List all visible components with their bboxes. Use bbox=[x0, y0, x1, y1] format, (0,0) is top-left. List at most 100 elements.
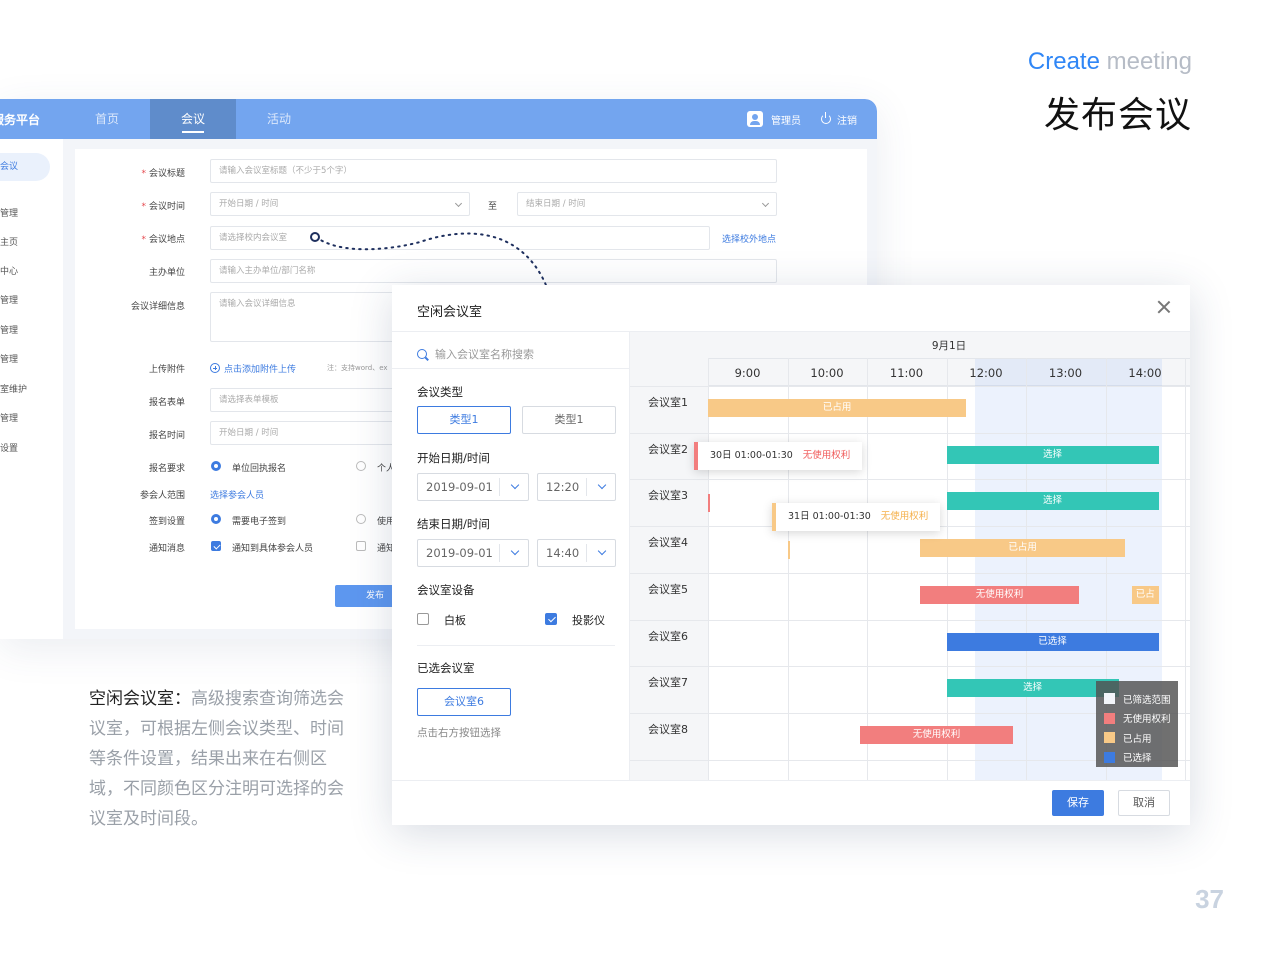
sidebar-item[interactable]: 室维护 bbox=[0, 382, 27, 395]
location-label: * 会议地点 bbox=[141, 235, 185, 245]
filter-panel: 输入会议室名称搜索 会议类型 类型1 类型1 开始日期/时间 2019-09-0… bbox=[392, 332, 630, 780]
booking-bar-choose[interactable]: 选择 bbox=[946, 679, 1119, 698]
booking-bar-choose[interactable]: 选择 bbox=[946, 492, 1159, 511]
title-label: * 会议标题 bbox=[141, 169, 185, 179]
scope-label: 参会人范围 bbox=[139, 491, 185, 501]
sidebar-item[interactable]: 管理 bbox=[0, 293, 18, 306]
end-time-select[interactable]: 14:40 bbox=[537, 539, 616, 567]
start-time-select[interactable]: 12:20 bbox=[537, 473, 616, 501]
search-placeholder: 输入会议室名称搜索 bbox=[435, 348, 534, 361]
type-option-1[interactable]: 类型1 bbox=[417, 406, 511, 434]
hour-label: 14:00 bbox=[1128, 366, 1162, 380]
grid-column-line bbox=[946, 358, 948, 780]
sidebar-item-meeting[interactable]: 会议 bbox=[0, 153, 50, 181]
tooltip-time: 31日 01:00-01:30 bbox=[788, 511, 871, 522]
modal-title: 空闲会议室 bbox=[417, 305, 483, 320]
location-input[interactable]: 请选择校内会议室 bbox=[210, 226, 710, 250]
booking-edge-marker bbox=[788, 541, 790, 559]
legend: 已筛选范围 无使用权利 已占用 已选择 bbox=[1096, 681, 1178, 767]
power-icon bbox=[821, 112, 831, 124]
grid-column-line bbox=[1026, 358, 1027, 780]
app-nav: 首页 会议 活动 bbox=[64, 99, 322, 139]
attach-link[interactable]: 点击添加附件上传 bbox=[210, 362, 296, 375]
room-label: 会议室2 bbox=[648, 442, 688, 456]
outside-location-link[interactable]: 选择校外地点 bbox=[722, 232, 776, 245]
page-title-en: Create meeting bbox=[1028, 48, 1192, 76]
radio-e-checkin-label: 需要电子签到 bbox=[232, 517, 287, 527]
room-label: 会议室8 bbox=[648, 722, 688, 736]
radio-unit-signup-label: 单位回执报名 bbox=[232, 464, 287, 474]
hour-label: 13:00 bbox=[1048, 366, 1083, 380]
chevron-down-icon bbox=[510, 480, 520, 490]
end-time-input[interactable]: 结束日期 / 时间 bbox=[517, 192, 777, 216]
schedule-date: 9月1日 bbox=[931, 340, 967, 352]
grid-row-line bbox=[630, 386, 1190, 387]
user-icon bbox=[747, 111, 763, 127]
radio-unit-signup[interactable] bbox=[211, 461, 221, 471]
to-label: 至 bbox=[488, 202, 498, 212]
grid-column-line bbox=[787, 358, 789, 780]
checkbox-notify-attendees[interactable] bbox=[211, 541, 221, 551]
free-room-modal: 空闲会议室 输入会议室名称搜索 会议类型 类型1 类型1 开始日期/时间 201… bbox=[392, 285, 1190, 825]
hour-label: 10:00 bbox=[810, 366, 844, 380]
grid-row-line bbox=[630, 666, 1190, 668]
grid-row-line bbox=[630, 432, 1190, 434]
radio-checkin-other[interactable] bbox=[356, 514, 366, 524]
type-option-2[interactable]: 类型1 bbox=[522, 406, 616, 434]
plus-icon bbox=[210, 363, 220, 373]
nav-activity[interactable]: 活动 bbox=[236, 99, 322, 139]
hour-label: 11:00 bbox=[889, 366, 924, 380]
save-button[interactable]: 保存 bbox=[1052, 790, 1104, 816]
grid-row-line bbox=[630, 479, 1190, 481]
chevron-down-icon bbox=[597, 480, 607, 490]
start-label: 开始日期/时间 bbox=[417, 451, 490, 465]
hour-label: 9:00 bbox=[734, 366, 761, 380]
attach-hint: 注：支持word、ex bbox=[327, 364, 388, 372]
legend-item: 已筛选范围 bbox=[1104, 689, 1178, 709]
legend-swatch bbox=[1104, 732, 1115, 744]
booking-bar-choose[interactable]: 选择 bbox=[946, 445, 1159, 464]
cancel-button[interactable]: 取消 bbox=[1118, 790, 1170, 816]
legend-item: 已选择 bbox=[1104, 748, 1178, 768]
end-date-select[interactable]: 2019-09-01 bbox=[417, 539, 529, 567]
checkbox-whiteboard-label: 白板 bbox=[444, 614, 466, 627]
grid-row-line bbox=[630, 619, 1190, 621]
sidebar-item[interactable]: 中心 bbox=[0, 264, 18, 277]
checkbox-notify-attendees-label: 通知到具体参会人员 bbox=[232, 544, 314, 554]
host-input[interactable]: 请输入主办单位/部门名称 bbox=[210, 259, 777, 283]
sidebar-item[interactable]: 主页 bbox=[0, 235, 18, 248]
user-area: 管理员 注销 bbox=[747, 111, 857, 127]
sidebar-item[interactable]: 管理 bbox=[0, 206, 18, 219]
type-label: 会议类型 bbox=[417, 385, 463, 399]
nav-meeting[interactable]: 会议 bbox=[150, 99, 236, 139]
grid-row-line bbox=[630, 572, 1190, 574]
logout-link[interactable]: 注销 bbox=[837, 112, 857, 127]
page-number: 37 bbox=[1195, 884, 1224, 914]
checkbox-projector[interactable] bbox=[545, 613, 557, 625]
start-time-input[interactable]: 开始日期 / 时间 bbox=[210, 192, 470, 216]
sidebar-item[interactable]: 管理 bbox=[0, 323, 18, 336]
room-search[interactable]: 输入会议室名称搜索 bbox=[417, 344, 607, 364]
legend-item: 无使用权利 bbox=[1104, 709, 1178, 729]
feature-description: 空闲会议室：高级搜索查询筛选会议室，可根据左侧会议类型、时间等条件设置，结果出来… bbox=[89, 684, 351, 834]
radio-e-checkin[interactable] bbox=[211, 514, 221, 524]
chevron-down-icon bbox=[597, 546, 607, 556]
close-icon[interactable] bbox=[1156, 299, 1172, 315]
booking-bar-booked: 已占用 bbox=[920, 539, 1126, 558]
booking-bar-chosen[interactable]: 已选择 bbox=[946, 632, 1159, 651]
checkbox-whiteboard[interactable] bbox=[417, 613, 429, 625]
selected-room-tag[interactable]: 会议室6 bbox=[417, 688, 511, 716]
start-date-select[interactable]: 2019-09-01 bbox=[417, 473, 529, 501]
detail-label: 会议详细信息 bbox=[130, 302, 185, 312]
select-attendees-link[interactable]: 选择参会人员 bbox=[210, 488, 264, 501]
sidebar-item[interactable]: 设置 bbox=[0, 441, 18, 454]
title-input[interactable]: 请输入会议室标题（不少于5个字） bbox=[210, 159, 777, 183]
radio-personal-signup[interactable] bbox=[356, 461, 366, 471]
sidebar-item[interactable]: 管理 bbox=[0, 411, 18, 424]
user-name[interactable]: 管理员 bbox=[771, 112, 801, 127]
room-schedule-grid: 9月1日 9:00 10:00 11:00 12:00 13:00 14:00 会议室1 会… bbox=[630, 332, 1190, 780]
nav-home[interactable]: 首页 bbox=[64, 99, 150, 139]
sidebar-item[interactable]: 管理 bbox=[0, 352, 18, 365]
equipment-label: 会议室设备 bbox=[417, 583, 475, 597]
checkbox-notify-other[interactable] bbox=[356, 541, 366, 551]
